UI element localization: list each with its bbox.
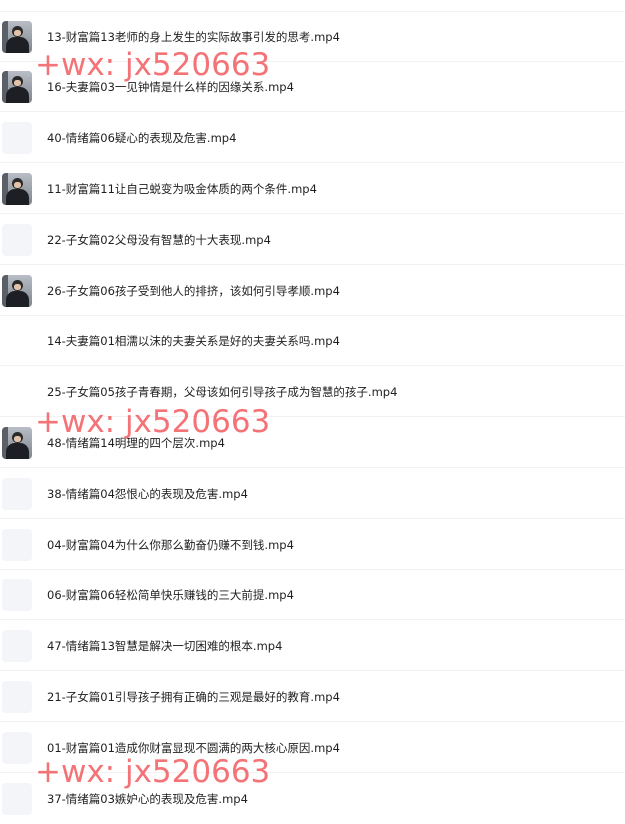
list-item[interactable]: 13-财富篇13老师的身上发生的实际故事引发的思考.mp4 (0, 12, 625, 62)
list-item[interactable]: 11-财富篇11让自己蜕变为吸金体质的两个条件.mp4 (0, 164, 625, 214)
file-name: 04-财富篇04为什么你那么勤奋仍赚不到钱.mp4 (47, 538, 294, 552)
video-thumbnail (2, 427, 32, 459)
file-name: 48-情绪篇14明理的四个层次.mp4 (47, 436, 225, 450)
video-thumbnail (2, 224, 32, 256)
list-item[interactable]: 06-财富篇06轻松简单快乐赚钱的三大前提.mp4 (0, 570, 625, 620)
video-thumbnail (2, 630, 32, 662)
video-thumbnail (2, 579, 32, 611)
file-name: 47-情绪篇13智慧是解决一切困难的根本.mp4 (47, 639, 283, 653)
list-item[interactable]: 16-夫妻篇03一见钟情是什么样的因缘关系.mp4 (0, 62, 625, 112)
file-name: 22-子女篇02父母没有智慧的十大表现.mp4 (47, 233, 271, 247)
list-item[interactable]: 14-夫妻篇01相濡以沫的夫妻关系是好的夫妻关系吗.mp4 (0, 316, 625, 366)
list-item[interactable]: 22-子女篇02父母没有智慧的十大表现.mp4 (0, 215, 625, 265)
video-thumbnail (2, 478, 32, 510)
video-thumbnail (2, 71, 32, 103)
list-item[interactable]: 38-情绪篇04怨恨心的表现及危害.mp4 (0, 469, 625, 519)
file-name: 16-夫妻篇03一见钟情是什么样的因缘关系.mp4 (47, 80, 294, 94)
video-thumbnail (2, 21, 32, 53)
list-item[interactable]: 21-子女篇01引导孩子拥有正确的三观是最好的教育.mp4 (0, 672, 625, 722)
list-item[interactable]: 47-情绪篇13智慧是解决一切困难的根本.mp4 (0, 621, 625, 671)
file-name: 14-夫妻篇01相濡以沫的夫妻关系是好的夫妻关系吗.mp4 (47, 334, 340, 348)
video-thumbnail (2, 529, 32, 561)
video-thumbnail (2, 275, 32, 307)
list-item[interactable] (0, 0, 625, 12)
file-name: 40-情绪篇06疑心的表现及危害.mp4 (47, 131, 237, 145)
file-name: 06-财富篇06轻松简单快乐赚钱的三大前提.mp4 (47, 588, 294, 602)
video-thumbnail (2, 376, 32, 408)
file-name: 13-财富篇13老师的身上发生的实际故事引发的思考.mp4 (47, 30, 340, 44)
list-item[interactable]: 25-子女篇05孩子青春期，父母该如何引导孩子成为智慧的孩子.mp4 (0, 367, 625, 417)
list-item[interactable]: 01-财富篇01造成你财富显现不圆满的两大核心原因.mp4 (0, 723, 625, 773)
list-item[interactable]: 04-财富篇04为什么你那么勤奋仍赚不到钱.mp4 (0, 520, 625, 570)
list-item[interactable]: 48-情绪篇14明理的四个层次.mp4 (0, 418, 625, 468)
video-thumbnail (2, 732, 32, 764)
file-name: 11-财富篇11让自己蜕变为吸金体质的两个条件.mp4 (47, 182, 317, 196)
list-item[interactable]: 26-子女篇06孩子受到他人的排挤，该如何引导孝顺.mp4 (0, 266, 625, 316)
video-thumbnail (2, 681, 32, 713)
file-name: 21-子女篇01引导孩子拥有正确的三观是最好的教育.mp4 (47, 690, 340, 704)
file-name: 01-财富篇01造成你财富显现不圆满的两大核心原因.mp4 (47, 741, 340, 755)
file-name: 38-情绪篇04怨恨心的表现及危害.mp4 (47, 487, 248, 501)
video-thumbnail (2, 122, 32, 154)
file-name: 25-子女篇05孩子青春期，父母该如何引导孩子成为智慧的孩子.mp4 (47, 385, 398, 399)
list-item[interactable]: 37-情绪篇03嫉妒心的表现及危害.mp4 (0, 774, 625, 824)
video-thumbnail (2, 173, 32, 205)
list-item[interactable]: 40-情绪篇06疑心的表现及危害.mp4 (0, 113, 625, 163)
video-thumbnail (2, 783, 32, 815)
video-thumbnail (2, 325, 32, 357)
file-name: 26-子女篇06孩子受到他人的排挤，该如何引导孝顺.mp4 (47, 284, 340, 298)
file-name: 37-情绪篇03嫉妒心的表现及危害.mp4 (47, 792, 248, 806)
